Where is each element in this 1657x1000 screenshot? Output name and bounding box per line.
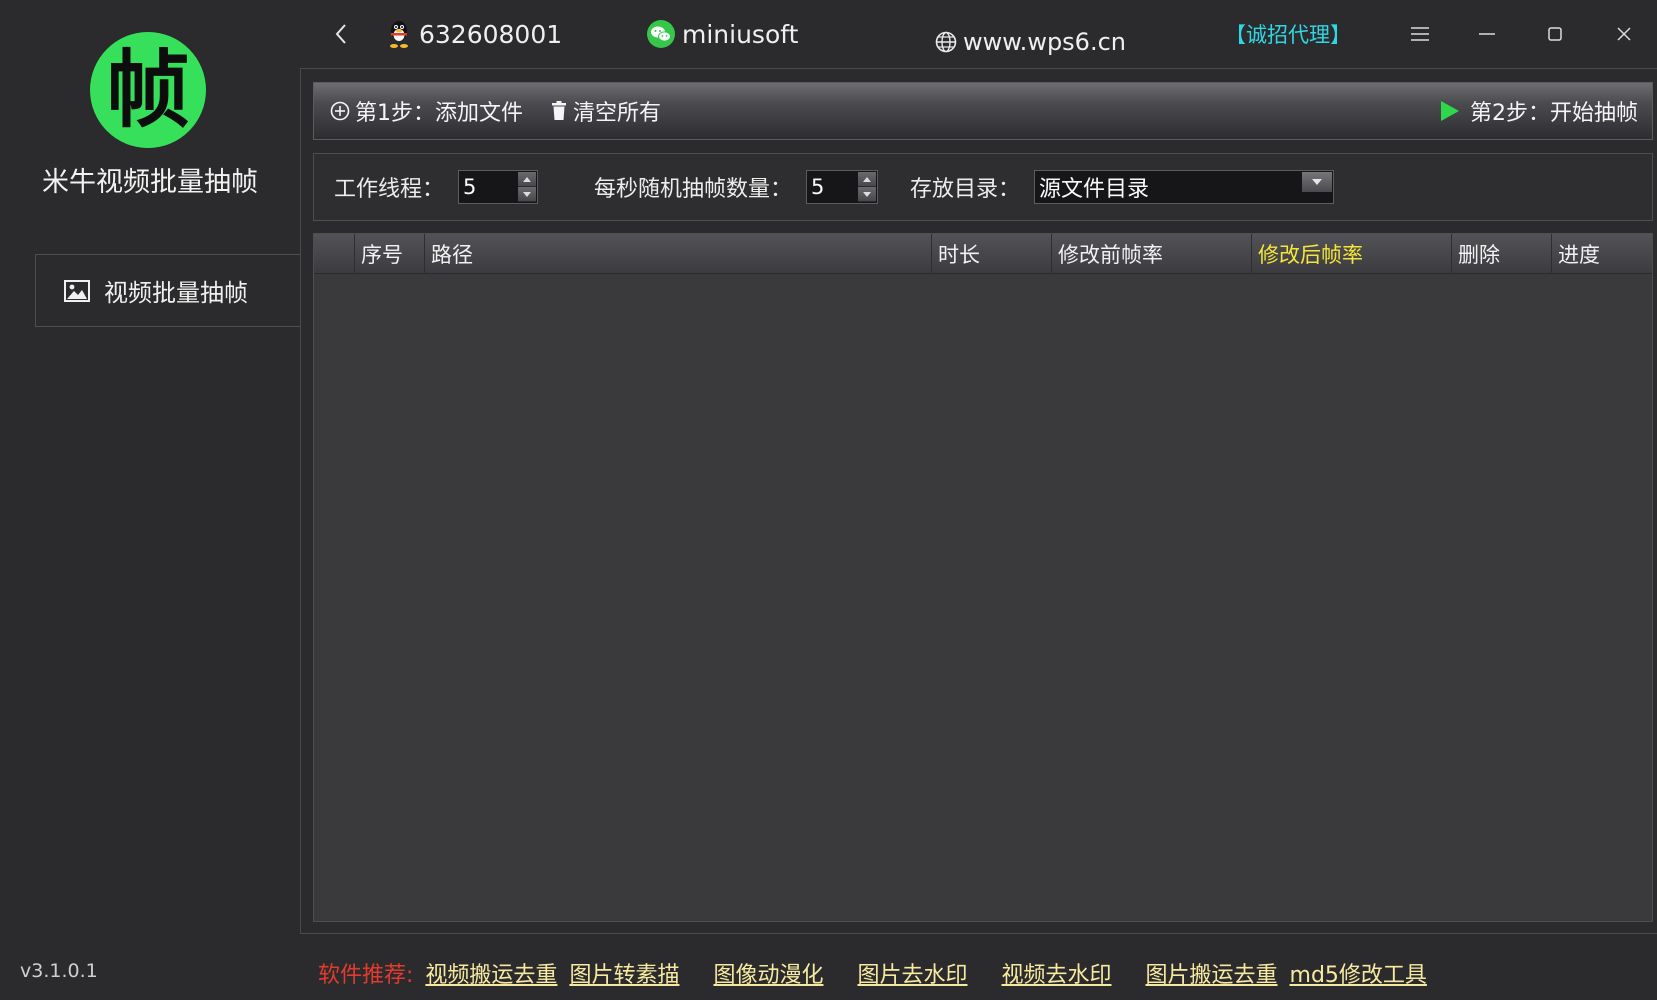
agent-recruit-link[interactable]: 【诚招代理】 (1225, 16, 1351, 52)
toolbar: 第1步：添加文件 清空所有 第2步：开始抽帧 (313, 82, 1653, 140)
image-icon (64, 279, 90, 302)
website-link[interactable]: www.wps6.cn (935, 24, 1126, 60)
output-dir-select[interactable]: 源文件目录 (1034, 170, 1335, 204)
settings-row: 工作线程： 5 每秒随机抽帧数量： 5 存放目录： 源文件目录 (313, 153, 1653, 221)
minimize-icon (1479, 33, 1495, 35)
recommend-bar: 软件推荐: 视频搬运去重 图片转素描 图像动漫化 图片去水印 视频去水印 图片搬… (318, 956, 1439, 990)
column-header-fps-after[interactable]: 修改后帧率 (1251, 234, 1451, 274)
column-header-progress[interactable]: 进度 (1551, 234, 1652, 274)
version-label: v3.1.0.1 (20, 960, 98, 982)
recommend-link-md5-tool[interactable]: md5修改工具 (1290, 957, 1427, 989)
trash-icon (552, 101, 566, 120)
play-icon (1441, 101, 1459, 121)
recommend-link-video-watermark[interactable]: 视频去水印 (1001, 957, 1111, 989)
sidebar-item-video-frame-extract[interactable]: 视频批量抽帧 (35, 254, 301, 327)
qq-penguin-icon (390, 21, 408, 48)
wechat-id: miniusoft (682, 19, 799, 49)
recommend-link-image-dedup[interactable]: 图片搬运去重 (1146, 957, 1278, 989)
maximize-icon (1548, 27, 1562, 41)
back-button[interactable] (326, 16, 356, 52)
arrow-up-icon (863, 176, 872, 182)
recommend-label: 软件推荐: (318, 963, 414, 988)
chevron-left-icon (335, 24, 346, 44)
logo-character: 帧 (105, 40, 190, 139)
arrow-up-icon (523, 176, 532, 182)
add-files-label: 第1步：添加文件 (355, 101, 523, 126)
plus-circle-icon (330, 101, 350, 121)
arrow-down-icon (863, 191, 872, 197)
close-button[interactable] (1604, 18, 1644, 50)
threads-increment-button[interactable] (518, 172, 537, 187)
frames-decrement-button[interactable] (858, 187, 877, 202)
threads-label: 工作线程： (334, 177, 445, 202)
frames-per-second-stepper[interactable]: 5 (806, 170, 879, 204)
wechat-icon (647, 20, 675, 48)
app-window: 帧 米牛视频批量抽帧 视频批量抽帧 v3.1.0.1 632608001 min… (0, 0, 1657, 1000)
close-icon (1617, 27, 1631, 41)
frames-per-second-label: 每秒随机抽帧数量： (594, 177, 793, 202)
file-table[interactable]: 序号 路径 时长 修改前帧率 修改后帧率 删除 进度 (313, 233, 1653, 922)
qq-number: 632608001 (419, 19, 563, 49)
website-url: www.wps6.cn (963, 28, 1126, 56)
app-title: 米牛视频批量抽帧 (42, 167, 258, 198)
minimize-button[interactable] (1467, 18, 1507, 50)
table-header: 序号 路径 时长 修改前帧率 修改后帧率 删除 进度 (314, 234, 1652, 274)
recommend-link-video-dedup[interactable]: 视频搬运去重 (425, 957, 557, 989)
output-dir-dropdown-button[interactable] (1302, 172, 1333, 192)
menu-button[interactable] (1400, 18, 1440, 50)
threads-value: 5 (463, 175, 477, 199)
frames-increment-button[interactable] (858, 172, 877, 187)
clear-all-label: 清空所有 (573, 101, 662, 126)
globe-icon (935, 31, 957, 53)
app-logo: 帧 (90, 32, 206, 148)
chevron-down-icon (1312, 179, 1323, 185)
output-dir-value: 源文件目录 (1039, 177, 1150, 202)
sidebar-item-label: 视频批量抽帧 (104, 279, 248, 307)
hamburger-menu-icon (1411, 27, 1429, 41)
recommend-link-image-sketch[interactable]: 图片转素描 (569, 957, 679, 989)
column-header-select[interactable] (314, 234, 354, 274)
start-extract-button[interactable]: 第2步：开始抽帧 (1440, 83, 1638, 139)
arrow-down-icon (523, 191, 532, 197)
wechat-contact[interactable]: miniusoft (646, 16, 798, 52)
frames-per-second-value: 5 (811, 175, 825, 199)
maximize-button[interactable] (1535, 18, 1575, 50)
threads-stepper[interactable]: 5 (458, 170, 539, 204)
recommend-link-image-anime[interactable]: 图像动漫化 (713, 957, 823, 989)
qq-contact[interactable]: 632608001 (387, 16, 562, 52)
output-dir-label: 存放目录： (910, 177, 1021, 202)
recommend-link-image-watermark[interactable]: 图片去水印 (857, 957, 967, 989)
column-header-duration[interactable]: 时长 (931, 234, 1051, 274)
threads-decrement-button[interactable] (518, 187, 537, 202)
column-header-path[interactable]: 路径 (424, 234, 931, 274)
column-header-index[interactable]: 序号 (354, 234, 424, 274)
add-files-button[interactable]: 第1步：添加文件 (330, 83, 523, 139)
column-header-fps-before[interactable]: 修改前帧率 (1051, 234, 1251, 274)
column-header-delete[interactable]: 删除 (1451, 234, 1551, 274)
clear-all-button[interactable]: 清空所有 (551, 83, 661, 139)
start-extract-label: 第2步：开始抽帧 (1470, 101, 1638, 126)
